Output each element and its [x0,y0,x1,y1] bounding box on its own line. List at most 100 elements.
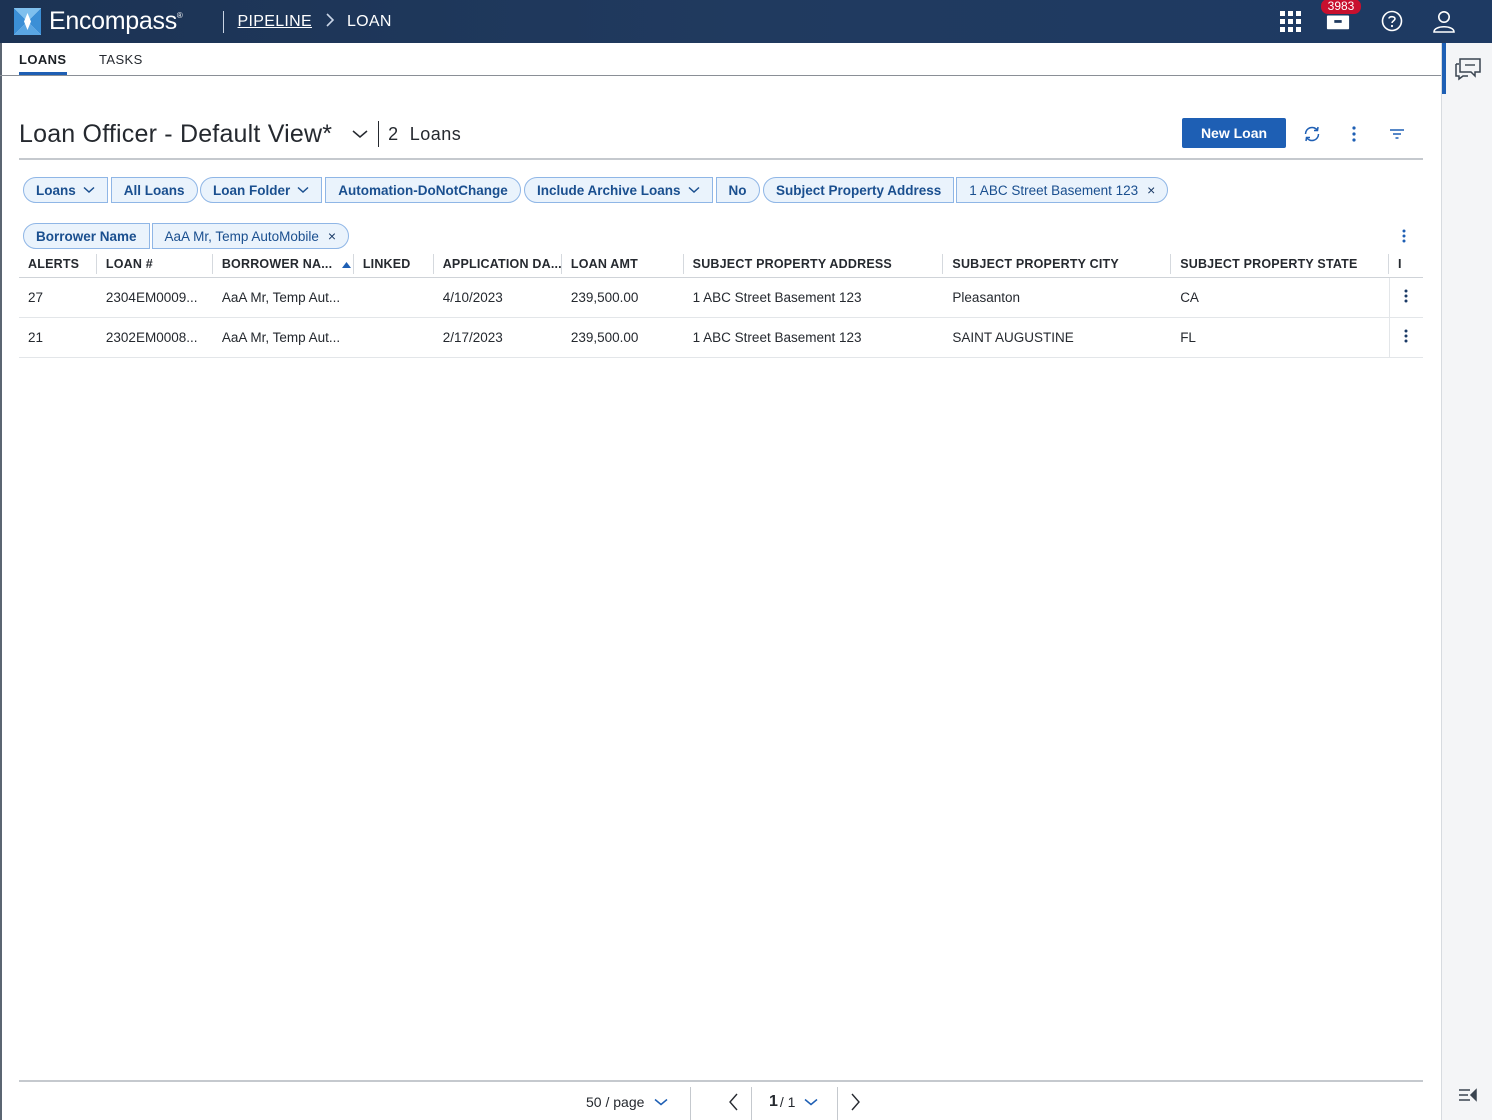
cell-address: 1 ABC Street Basement 123 [683,317,944,358]
new-loan-button[interactable]: New Loan [1182,118,1286,148]
loans-table: ALERTS LOAN # BORROWER NA... LINKED APPL… [19,251,1423,358]
loans-count: 2 Loans [388,123,462,144]
remove-filter-icon[interactable]: × [1147,182,1155,198]
app-logo[interactable]: Encompass® [14,7,183,36]
filter-folder-field[interactable]: Loan Folder [200,177,323,203]
row-menu-icon[interactable] [1388,317,1423,358]
cell-city: SAINT AUGUSTINE [943,317,1172,358]
filter-address: Subject Property Address 1 ABC Street Ba… [763,177,1169,203]
column-header-state[interactable]: SUBJECT PROPERTY STATE [1171,251,1390,278]
left-edge [0,43,2,1120]
cell-loan-number[interactable]: 2302EM0008... [96,317,213,358]
filter-loans-value[interactable]: All Loans [110,177,198,203]
view-header: Loan Officer - Default View* 2 Loans [19,116,461,152]
chevron-left-icon [729,1093,738,1111]
cell-state: FL [1171,317,1390,358]
chevron-down-icon [297,186,309,194]
rail-active-indicator [1442,43,1446,94]
cell-loan-amount: 239,500.00 [561,317,684,358]
cell-alerts: 27 [19,277,97,318]
top-bar: Encompass® PIPELINE LOAN [0,0,1492,43]
page-select[interactable]: 1 / 1 [769,1084,818,1120]
table-row[interactable]: 27 2304EM0009... AaA Mr, Temp Aut... 4/1… [19,277,1423,318]
breadcrumb-pipeline[interactable]: PIPELINE [238,13,312,31]
table-header-row: ALERTS LOAN # BORROWER NA... LINKED APPL… [19,251,1423,278]
filter-loan-folder: Loan Folder Automation-DoNotChange [200,177,521,203]
notification-badge: 3983 [1321,0,1361,14]
chat-icon[interactable] [1454,56,1482,82]
cell-borrower: AaA Mr, Temp Aut... [212,277,354,318]
apps-grid-icon[interactable] [1278,9,1302,33]
pipeline-tabs: LOANS TASKS [0,43,1441,76]
filter-loans-field[interactable]: Loans [23,177,108,203]
column-header-application-date[interactable]: APPLICATION DA... [433,251,562,278]
chevron-down-icon [83,186,95,194]
cell-state: CA [1171,277,1390,318]
filter-address-field: Subject Property Address [763,177,955,203]
chevron-down-icon [688,186,700,194]
cell-linked [353,317,434,358]
filter-archive: Include Archive Loans No [524,177,760,203]
count-divider [378,121,380,147]
filter-borrower-value: AaA Mr, Temp AutoMobile × [151,223,350,249]
column-options-icon[interactable] [1392,224,1416,248]
cell-address: 1 ABC Street Basement 123 [683,277,944,318]
header-divider [222,10,224,33]
current-page: 1 [769,1093,778,1110]
cell-city: Pleasanton [943,277,1172,318]
view-title[interactable]: Loan Officer - Default View* [19,120,332,149]
header-separator [19,158,1423,160]
chevron-right-icon [326,11,335,32]
next-page-button[interactable] [851,1084,860,1120]
column-header-loan-amount[interactable]: LOAN AMT [561,251,684,278]
chevron-right-icon [851,1093,860,1111]
column-header-overflow[interactable]: I [1389,251,1423,278]
cell-application-date: 4/10/2023 [433,277,562,318]
breadcrumb-current: LOAN [346,12,392,30]
cell-linked [353,277,434,318]
refresh-icon[interactable] [1300,122,1324,146]
column-header-linked[interactable]: LINKED [353,251,434,278]
prev-page-button[interactable] [729,1084,738,1120]
chevron-down-icon [804,1098,818,1106]
help-icon[interactable] [1380,9,1404,33]
tab-loans[interactable]: LOANS [19,52,67,75]
filter-borrower-field: Borrower Name [23,223,150,249]
pager-divider [837,1087,838,1120]
column-header-city[interactable]: SUBJECT PROPERTY CITY [943,251,1172,278]
column-header-loan-number[interactable]: LOAN # [96,251,213,278]
page-size-select[interactable]: 50 / page [586,1084,668,1120]
cell-borrower: AaA Mr, Temp Aut... [212,317,354,358]
remove-filter-icon[interactable]: × [328,228,336,244]
encompass-logo-icon [14,8,41,35]
filter-folder-value[interactable]: Automation-DoNotChange [325,177,521,203]
filter-address-value: 1 ABC Street Basement 123 × [956,177,1169,203]
tab-tasks[interactable]: TASKS [99,52,143,67]
column-header-address[interactable]: SUBJECT PROPERTY ADDRESS [683,251,944,278]
filter-archive-field[interactable]: Include Archive Loans [524,177,713,203]
view-chevron-down-icon[interactable] [352,129,368,139]
cell-loan-number[interactable]: 2304EM0009... [96,277,213,318]
pager-divider [751,1087,752,1120]
filter-loans: Loans All Loans [23,177,198,203]
collapse-panel-icon[interactable] [1456,1084,1480,1108]
pager-divider [690,1087,691,1120]
sort-ascending-icon [342,257,352,271]
chevron-down-icon [654,1098,668,1106]
right-rail [1441,43,1492,1120]
cell-alerts: 21 [19,317,97,358]
row-menu-icon[interactable] [1388,277,1423,318]
total-pages: / 1 [779,1094,796,1110]
more-options-icon[interactable] [1342,122,1366,146]
column-header-borrower[interactable]: BORROWER NA... [212,251,354,278]
cell-loan-amount: 239,500.00 [561,277,684,318]
filter-icon[interactable] [1385,122,1409,146]
filter-archive-value[interactable]: No [715,177,760,203]
table-row[interactable]: 21 2302EM0008... AaA Mr, Temp Aut... 2/1… [19,317,1423,358]
filter-borrower: Borrower Name AaA Mr, Temp AutoMobile × [23,223,350,249]
user-icon[interactable] [1432,9,1456,33]
column-header-alerts[interactable]: ALERTS [19,251,97,278]
app-name: Encompass® [49,7,183,35]
footer-separator [19,1080,1423,1082]
cell-application-date: 2/17/2023 [433,317,562,358]
